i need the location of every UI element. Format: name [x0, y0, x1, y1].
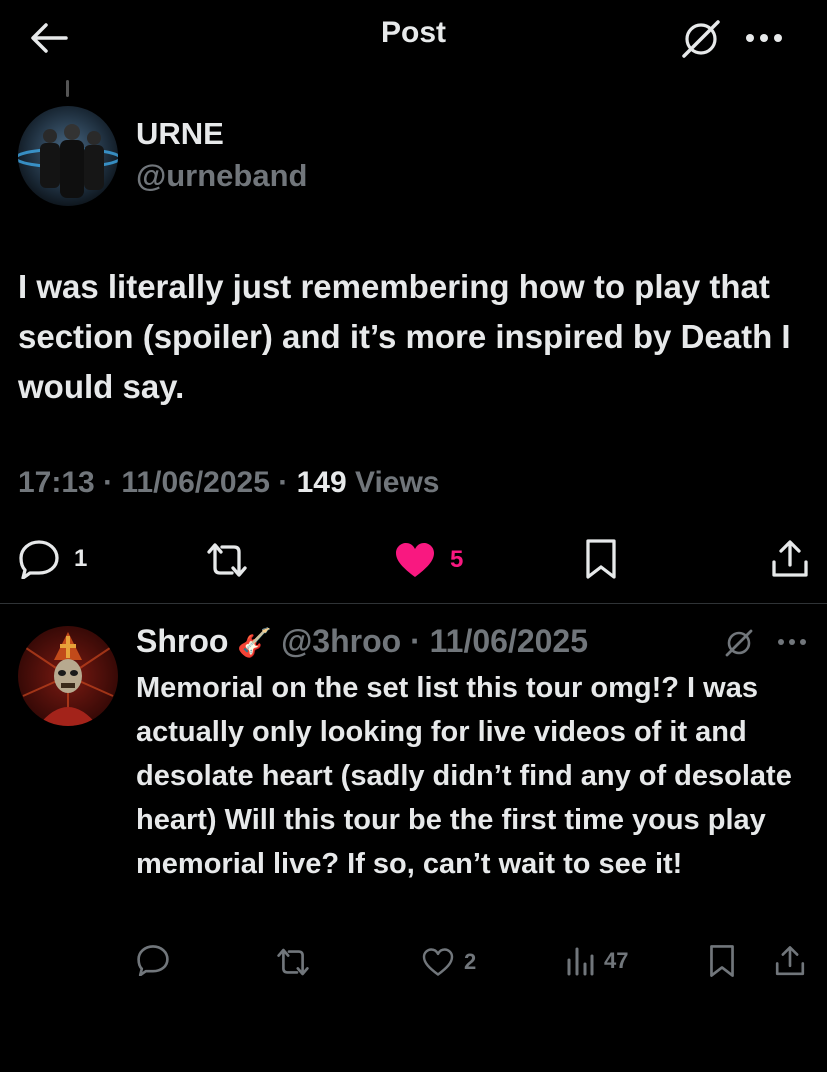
post-date: 11/06/2025 [121, 466, 270, 499]
reply-views-count: 47 [604, 948, 629, 973]
thread-connector [66, 80, 69, 97]
post-time: 17:13 [18, 466, 95, 499]
post-meta: 17:13 · 11/06/2025 · 149 Views [18, 466, 440, 499]
author-handle[interactable]: @urneband [136, 158, 307, 194]
reply-grok-button[interactable] [724, 628, 754, 658]
divider [0, 603, 827, 604]
reply-author-handle[interactable]: @3hroo [281, 623, 401, 659]
heart-icon [422, 948, 454, 976]
grok-icon [724, 628, 754, 658]
reply-more-button[interactable] [776, 634, 808, 650]
repost-icon [274, 946, 312, 978]
reply-reply-button[interactable] [136, 944, 170, 978]
post-text: I was literally just remembering how to … [18, 268, 791, 405]
reply-author-avatar[interactable] [18, 626, 118, 726]
like-button[interactable]: 5 [394, 540, 463, 580]
reply-header: Shroo 🎸 @3hroo · 11/06/2025 [136, 623, 589, 659]
grok-button[interactable] [680, 18, 722, 60]
like-count: 5 [450, 546, 464, 573]
guitar-emoji: 🎸 [237, 627, 273, 658]
reply-repost-button[interactable] [274, 946, 312, 978]
more-options-button[interactable] [744, 26, 786, 50]
reply-bookmark-button[interactable] [708, 944, 736, 978]
share-icon [774, 944, 806, 978]
author-avatar[interactable] [18, 106, 118, 206]
reply-icon [136, 944, 170, 976]
reply-like-button[interactable]: 2 [422, 946, 476, 978]
reply-text: Memorial on the set list this tour omg!?… [136, 672, 792, 880]
views-count: 149 [296, 466, 347, 499]
reply-views-button[interactable]: 47 [566, 944, 628, 978]
reply-icon [18, 539, 60, 579]
more-dots-icon [776, 634, 808, 650]
repost-icon [204, 540, 250, 580]
views-label: Views [354, 466, 440, 499]
reply-like-count: 2 [464, 949, 477, 974]
reply-count: 1 [74, 545, 88, 572]
more-dots-icon [744, 26, 786, 50]
reply-button[interactable]: 1 [18, 538, 87, 580]
bookmark-icon [708, 944, 736, 978]
share-icon [770, 538, 810, 580]
bookmark-button[interactable] [584, 538, 618, 580]
grok-icon [680, 18, 722, 60]
share-button[interactable] [770, 538, 810, 580]
author-name[interactable]: URNE [136, 116, 224, 152]
heart-filled-icon [394, 541, 436, 579]
repost-button[interactable] [204, 540, 250, 580]
reply-share-button[interactable] [774, 944, 806, 978]
analytics-icon [566, 946, 594, 976]
reply-date: 11/06/2025 [429, 623, 589, 659]
bookmark-icon [584, 538, 618, 580]
reply-author-name[interactable]: Shroo [136, 623, 228, 659]
